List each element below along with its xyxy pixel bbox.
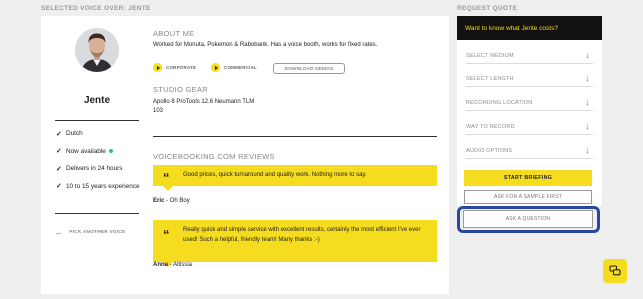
quote-mark-icon: “ xyxy=(163,170,170,185)
arrow-down-icon: ↓ xyxy=(585,73,590,83)
demo-label: CORPORATE xyxy=(166,65,197,70)
demo-label: COMMERCIAL xyxy=(224,65,257,70)
avatar-portrait-image xyxy=(75,28,119,72)
fact-availability: ✓ Now available xyxy=(56,143,140,161)
quote-header: Want to know what Jente costs? xyxy=(457,16,602,40)
check-icon: ✓ xyxy=(56,183,62,191)
reviewer-name: Anna xyxy=(153,262,168,268)
demo-commercial-play[interactable]: COMMERCIAL xyxy=(211,63,257,72)
pick-another-label: PICK ANOTHER VOICE xyxy=(69,230,126,235)
play-icon[interactable] xyxy=(211,63,220,72)
select-label: WAY TO RECORD xyxy=(466,124,515,130)
chat-button[interactable] xyxy=(603,259,627,283)
chat-icon xyxy=(609,265,621,276)
request-quote-label: REQUEST QUOTE xyxy=(457,5,518,12)
divider xyxy=(55,213,139,214)
review-bubble: “ Really quick and simple service with e… xyxy=(153,220,437,267)
check-icon: ✓ xyxy=(56,130,62,138)
audio-options-dropdown[interactable]: AUDIO OPTIONS ↓ xyxy=(466,144,593,159)
about-heading: ABOUT ME xyxy=(153,29,195,38)
arrow-down-icon: ↓ xyxy=(585,97,590,107)
fact-label: Delivers in 24 hours xyxy=(66,165,123,173)
arrow-down-icon: ↓ xyxy=(585,121,590,131)
start-briefing-button[interactable]: START BRIEFING xyxy=(464,170,592,186)
fact-label: 10 to 15 years experience xyxy=(66,182,140,190)
voice-name: Jente xyxy=(83,95,111,106)
way-to-record-dropdown[interactable]: WAY TO RECORD ↓ xyxy=(466,120,593,135)
available-dot-icon xyxy=(108,149,113,154)
fact-label: Dutch xyxy=(66,130,83,138)
reviewer-company: Altissia xyxy=(173,262,193,268)
about-text: Worked for Monuta, Pokemon & Rabobank. H… xyxy=(153,42,378,48)
fact-delivery: ✓ Delivers in 24 hours xyxy=(56,160,140,178)
reviewer: Eric - Oh Boy xyxy=(153,198,190,204)
review-text: Really quick and simple service with exc… xyxy=(183,227,421,243)
select-length-dropdown[interactable]: SELECT LENGTH ↓ xyxy=(466,72,593,87)
divider xyxy=(55,120,139,121)
review-bubble: “ Good prices, quick turnaround and qual… xyxy=(153,165,437,191)
arrow-down-icon: ↓ xyxy=(585,50,590,60)
select-label: SELECT MEDIUM xyxy=(466,53,514,59)
divider xyxy=(153,136,437,137)
select-label: AUDIO OPTIONS xyxy=(466,148,513,154)
gear-line: 103 xyxy=(153,108,164,114)
studio-gear-text: Apollo 8 ProTools 12.6 Neumann TLM 103 xyxy=(153,98,254,116)
quote-mark-icon: “ xyxy=(163,227,170,242)
fact-experience: ✓ 10 to 15 years experience xyxy=(56,178,140,196)
check-icon: ✓ xyxy=(56,148,62,156)
voice-facts-list: ✓ Dutch ✓ Now available ✓ Delivers in 24… xyxy=(56,125,140,195)
pick-another-voice-link[interactable]: ← PICK ANOTHER VOICE xyxy=(55,228,125,237)
bubble-tail xyxy=(163,186,173,191)
reviewer: Anna - Altissia xyxy=(153,262,193,268)
select-medium-dropdown[interactable]: SELECT MEDIUM ↓ xyxy=(466,49,593,64)
ask-sample-button[interactable]: ASK FOR A SAMPLE FIRST xyxy=(464,190,592,204)
voice-profile-card: Jente ✓ Dutch ✓ Now available ✓ Delivers… xyxy=(41,16,449,294)
selected-voice-label: SELECTED VOICE OVER: JENTE xyxy=(41,5,151,12)
fact-label: Now available xyxy=(66,147,106,155)
play-icon[interactable] xyxy=(153,63,162,72)
review-text: Good prices, quick turnaround and qualit… xyxy=(183,172,367,178)
recording-location-dropdown[interactable]: RECORDING LOCATION ↓ xyxy=(466,96,593,111)
voice-details: ABOUT ME Worked for Monuta, Pokemon & Ra… xyxy=(153,16,437,294)
reviews-heading: VOICEBOOKING.COM REVIEWS xyxy=(153,152,275,161)
download-demos-button[interactable]: DOWNLOAD DEMOS xyxy=(273,63,345,74)
ask-question-button[interactable]: ASK A QUESTION xyxy=(463,210,593,228)
select-label: RECORDING LOCATION xyxy=(466,100,533,106)
quote-panel: Want to know what Jente costs? SELECT ME… xyxy=(457,16,602,206)
fact-language: ✓ Dutch xyxy=(56,125,140,143)
arrow-down-icon: ↓ xyxy=(585,145,590,155)
reviewer-company: Oh Boy xyxy=(169,198,190,204)
demo-corporate-play[interactable]: CORPORATE xyxy=(153,63,196,72)
reviewer-name: Eric xyxy=(153,198,165,204)
select-label: SELECT LENGTH xyxy=(466,76,514,82)
arrow-left-icon: ← xyxy=(55,228,64,237)
check-icon: ✓ xyxy=(56,165,62,173)
avatar xyxy=(75,28,119,72)
studio-gear-heading: STUDIO GEAR xyxy=(153,85,208,94)
gear-line: Apollo 8 ProTools 12.6 Neumann TLM xyxy=(153,99,255,105)
